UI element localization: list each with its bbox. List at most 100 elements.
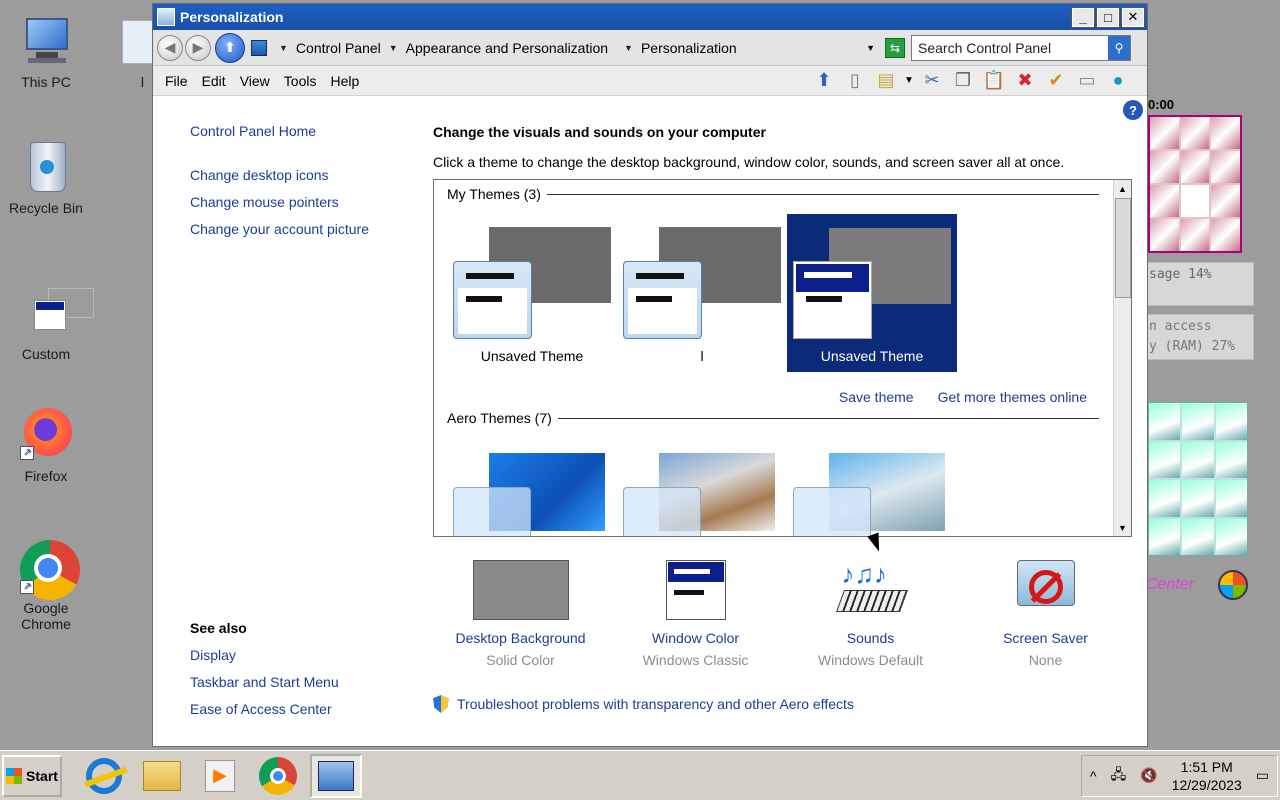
meter-text: y (RAM) 27% [1149, 339, 1236, 354]
chevron-down-icon[interactable]: ▼ [624, 43, 633, 53]
close-button[interactable]: ✕ [1121, 6, 1145, 28]
aero-themes-header: Aero Themes (7) [447, 410, 1099, 426]
menu-tools[interactable]: Tools [278, 73, 323, 89]
theme-item[interactable]: l [623, 214, 793, 372]
change-mouse-pointers-link[interactable]: Change mouse pointers [190, 189, 440, 216]
volume-muted-icon[interactable]: 🔇 [1140, 767, 1157, 784]
network-icon[interactable]: 🖧 [1111, 764, 1127, 788]
address-dropdown-icon[interactable]: ▼ [866, 43, 875, 53]
window-color-setting[interactable]: Window Color Windows Classic [608, 560, 783, 668]
content-area: ? Control Panel Home Change desktop icon… [153, 98, 1147, 746]
change-desktop-icons-link[interactable]: Change desktop icons [190, 162, 440, 189]
sounds-setting[interactable]: ♪♫♪ Sounds Windows Default [783, 560, 958, 668]
cut-icon[interactable]: ✂ [919, 68, 945, 94]
puzzle-gadget[interactable] [1148, 115, 1242, 253]
save-theme-link[interactable]: Save theme [839, 384, 914, 411]
action-center-icon[interactable]: ▭ [1256, 767, 1269, 784]
internet-explorer-icon [84, 757, 128, 794]
desktop-icon-custom[interactable]: Custom [0, 286, 94, 362]
menu-help[interactable]: Help [324, 73, 365, 89]
display-link[interactable]: Display [190, 642, 430, 669]
taskbar-media-player[interactable]: ▶ [194, 754, 246, 798]
forward-button[interactable]: ▶ [185, 34, 211, 61]
menu-file[interactable]: File [159, 73, 194, 89]
theme-list-scrollbar[interactable]: ▲ ▼ [1113, 180, 1131, 536]
help-icon[interactable]: ? [1123, 100, 1143, 120]
windows-orb-icon[interactable] [1218, 570, 1248, 600]
desktop-background-link[interactable]: Desktop Background [433, 630, 608, 646]
screen-saver-link[interactable]: Screen Saver [958, 630, 1133, 646]
up-button[interactable]: ⬆ [215, 32, 245, 63]
sounds-link[interactable]: Sounds [783, 630, 958, 646]
windows-flag-icon [6, 767, 23, 784]
theme-item-selected[interactable]: Unsaved Theme [787, 214, 957, 372]
maximize-button[interactable]: □ [1096, 6, 1120, 28]
control-panel-home-link[interactable]: Control Panel Home [190, 118, 440, 145]
desktop-icon-google-chrome[interactable]: ↗ Google Chrome [0, 540, 92, 632]
dropdown-icon[interactable]: ▼ [904, 68, 914, 94]
breadcrumb-control-panel[interactable]: Control Panel [296, 40, 381, 56]
desktop-background-icon [472, 560, 569, 620]
window-title: Personalization [180, 9, 284, 25]
breadcrumb-personalization[interactable]: Personalization [641, 40, 737, 56]
pane-icon[interactable]: ▯ [842, 68, 868, 94]
desktop-icon-l[interactable]: l [94, 14, 162, 90]
taskbar-control-panel[interactable] [310, 753, 362, 798]
desktop-icon-recycle-bin[interactable]: Recycle Bin [0, 140, 92, 216]
search-box: ⚲ [911, 34, 1131, 61]
back-button[interactable]: ◀ [157, 34, 183, 61]
aero-theme-item[interactable] [793, 447, 953, 536]
undo-icon[interactable]: ✔ [1043, 68, 1069, 94]
get-more-themes-link[interactable]: Get more themes online [938, 384, 1087, 411]
ease-of-access-link[interactable]: Ease of Access Center [190, 696, 430, 723]
taskbar-internet-explorer[interactable] [78, 754, 130, 798]
breadcrumb-appearance[interactable]: Appearance and Personalization [406, 40, 608, 56]
theme-name: l [700, 348, 704, 364]
chevron-down-icon[interactable]: ▼ [389, 43, 398, 53]
aero-theme-item[interactable] [453, 447, 613, 536]
taskbar-chrome[interactable] [252, 754, 304, 798]
chrome-icon [259, 756, 297, 795]
breadcrumb[interactable]: ▼ Control Panel ▼ Appearance and Persona… [249, 34, 885, 61]
desktop-icon-firefox[interactable]: ↗ Firefox [0, 408, 92, 484]
desktop-icon-label: This PC [21, 74, 71, 90]
start-button[interactable]: Start [2, 754, 62, 797]
up-folder-icon[interactable]: ⬆ [811, 68, 837, 94]
aero-themes-label: Aero Themes (7) [447, 410, 552, 426]
taskbar-file-explorer[interactable] [136, 754, 188, 798]
menu-edit[interactable]: Edit [196, 73, 232, 89]
control-panel-icon [157, 8, 175, 26]
globe-icon[interactable]: ● [1105, 68, 1131, 94]
copy-icon[interactable]: ❐ [950, 68, 976, 94]
properties-icon[interactable]: ▭ [1074, 68, 1100, 94]
tray-expand-icon[interactable]: ^ [1090, 768, 1097, 784]
menu-view[interactable]: View [234, 73, 276, 89]
firefox-icon: ↗ [18, 408, 74, 464]
paste-icon[interactable]: 📋 [981, 68, 1007, 94]
troubleshoot-link[interactable]: Troubleshoot problems with transparency … [457, 694, 854, 714]
chevron-down-icon[interactable]: ▼ [279, 43, 288, 53]
photo-gadget[interactable] [1148, 402, 1248, 556]
folders-icon[interactable]: ▤ [873, 68, 899, 94]
search-button[interactable]: ⚲ [1108, 35, 1130, 60]
desktop-background-setting[interactable]: Desktop Background Solid Color [433, 560, 608, 668]
change-account-picture-link[interactable]: Change your account picture [190, 216, 440, 243]
screen-saver-setting[interactable]: Screen Saver None [958, 560, 1133, 668]
scroll-thumb[interactable] [1115, 198, 1131, 298]
scroll-down-icon[interactable]: ▼ [1114, 519, 1131, 536]
clock[interactable]: 1:51 PM 12/29/2023 [1172, 758, 1242, 794]
taskbar-start-menu-link[interactable]: Taskbar and Start Menu [190, 669, 430, 696]
delete-icon[interactable]: ✖ [1012, 68, 1038, 94]
desktop-icon-this-pc[interactable]: This PC [0, 14, 92, 90]
theme-item[interactable]: Unsaved Theme [453, 214, 623, 372]
minimize-button[interactable]: _ [1071, 6, 1095, 28]
aero-theme-item[interactable] [623, 447, 783, 536]
theme-file-icon [18, 286, 94, 342]
theme-name: Unsaved Theme [480, 348, 584, 364]
title-bar[interactable]: Personalization _ □ ✕ [153, 4, 1147, 30]
window-color-link[interactable]: Window Color [608, 630, 783, 646]
refresh-button[interactable]: ⇆ [885, 37, 905, 58]
search-input[interactable] [912, 35, 1108, 60]
sounds-icon: ♪♫♪ [835, 560, 908, 620]
scroll-up-icon[interactable]: ▲ [1114, 180, 1131, 197]
